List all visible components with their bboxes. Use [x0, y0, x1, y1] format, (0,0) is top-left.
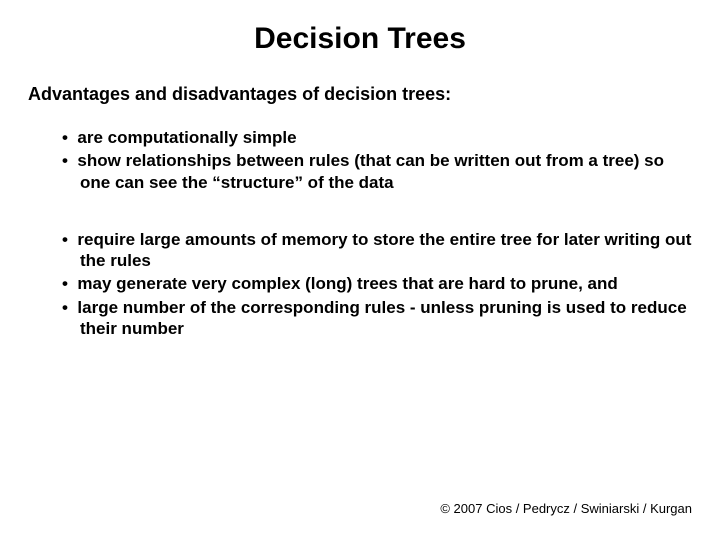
disadvantages-list: require large amounts of memory to store…: [28, 229, 692, 339]
list-item: show relationships between rules (that c…: [46, 150, 692, 193]
slide: Decision Trees Advantages and disadvanta…: [0, 0, 720, 540]
list-item: may generate very complex (long) trees t…: [46, 273, 692, 294]
slide-title: Decision Trees: [28, 22, 692, 56]
list-item: are computationally simple: [46, 127, 692, 148]
list-item: require large amounts of memory to store…: [46, 229, 692, 272]
advantages-list: are computationally simple show relation…: [28, 127, 692, 193]
slide-subhead: Advantages and disadvantages of decision…: [28, 84, 692, 105]
footer-copyright: © 2007 Cios / Pedrycz / Swiniarski / Kur…: [440, 501, 692, 516]
list-item: large number of the corresponding rules …: [46, 297, 692, 340]
